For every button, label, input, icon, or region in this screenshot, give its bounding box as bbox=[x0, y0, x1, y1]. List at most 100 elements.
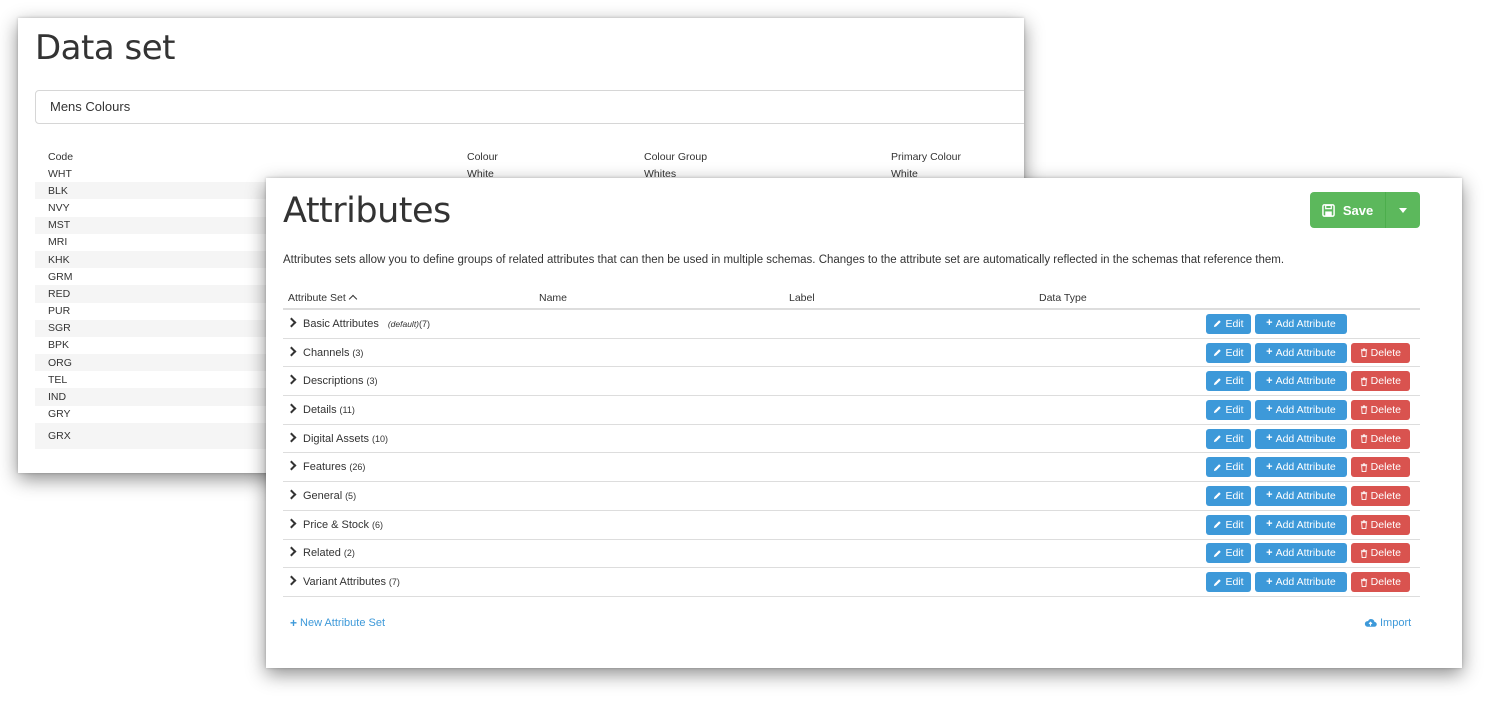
edit-button[interactable]: Edit bbox=[1206, 543, 1251, 564]
attribute-count: (7) bbox=[388, 577, 400, 588]
plus-icon: + bbox=[1266, 403, 1273, 416]
add-attribute-button[interactable]: + Add Attribute bbox=[1254, 428, 1347, 449]
chevron-right-icon[interactable] bbox=[286, 317, 297, 328]
attribute-count: (11) bbox=[339, 404, 355, 415]
trash-icon bbox=[1360, 520, 1367, 530]
edit-button[interactable]: Edit bbox=[1206, 342, 1251, 363]
add-attribute-button[interactable]: + Add Attribute bbox=[1254, 371, 1347, 392]
add-attribute-label: Add Attribute bbox=[1275, 461, 1336, 474]
attribute-set-row[interactable]: Channels (3) Edit + Add Attribute Delete bbox=[283, 338, 1420, 368]
trash-icon bbox=[1360, 463, 1367, 472]
chevron-right-icon[interactable] bbox=[286, 432, 297, 443]
attribute-set-row[interactable]: Price & Stock (6) Edit + Add Attribute Del… bbox=[283, 510, 1420, 540]
delete-label: Delete bbox=[1370, 346, 1402, 359]
row-actions: Edit + Add Attribute Delete bbox=[1206, 481, 1420, 511]
attribute-set-name: General bbox=[303, 489, 343, 502]
attribute-set-name: Details bbox=[303, 403, 337, 416]
chevron-right-icon[interactable] bbox=[286, 575, 297, 586]
edit-label: Edit bbox=[1225, 461, 1244, 474]
column-header-attribute-set[interactable]: Attribute Set bbox=[283, 288, 534, 310]
edit-button[interactable]: Edit bbox=[1206, 514, 1251, 535]
row-actions: Edit + Add Attribute Delete bbox=[1206, 338, 1420, 368]
column-header: Colour bbox=[467, 150, 498, 163]
attribute-set-row[interactable]: Details (11) Edit + Add Attribute Delete bbox=[283, 395, 1420, 425]
dataset-select[interactable]: Mens Colours bbox=[35, 90, 1024, 124]
column-header: Primary Colour bbox=[891, 150, 962, 163]
attribute-set-row[interactable]: Variant Attributes (7) Edit + Add Attribut… bbox=[283, 567, 1420, 597]
attribute-set-name: Digital Assets bbox=[303, 432, 370, 445]
attribute-set-name: Variant Attributes bbox=[303, 576, 386, 589]
edit-button[interactable]: Edit bbox=[1206, 371, 1251, 392]
attribute-set-cell: General (5) bbox=[283, 481, 534, 511]
attribute-set-name: Basic Attributes bbox=[303, 317, 379, 330]
trash-icon bbox=[1360, 491, 1367, 501]
pencil-icon bbox=[1214, 377, 1222, 385]
attribute-sets-table: Attribute Set Name Label Data Type Basic… bbox=[283, 288, 1420, 597]
pencil-icon bbox=[1214, 320, 1222, 328]
dataset-header-row: Code Colour Colour Group Primary Colour bbox=[35, 148, 1024, 165]
label-cell bbox=[784, 366, 1034, 397]
delete-label: Delete bbox=[1370, 518, 1402, 531]
chevron-right-icon[interactable] bbox=[286, 346, 297, 356]
delete-button[interactable]: Delete bbox=[1350, 457, 1410, 478]
trash-icon bbox=[1360, 348, 1367, 358]
edit-label: Edit bbox=[1225, 403, 1244, 416]
add-attribute-button[interactable]: + Add Attribute bbox=[1254, 342, 1347, 363]
chevron-right-icon[interactable] bbox=[286, 546, 297, 557]
attribute-set-row[interactable]: Features (26) Edit + Add Attribute Delete bbox=[283, 452, 1420, 483]
column-header-name: Name bbox=[534, 288, 784, 310]
attribute-set-row[interactable]: Basic Attributes (default)(7) Edit + Add At… bbox=[283, 309, 1420, 339]
chevron-right-icon[interactable] bbox=[286, 460, 297, 471]
edit-button[interactable]: Edit bbox=[1206, 399, 1251, 420]
attribute-count: (2) bbox=[343, 548, 355, 559]
add-attribute-button[interactable]: + Add Attribute bbox=[1254, 457, 1347, 478]
add-attribute-button[interactable]: + Add Attribute bbox=[1254, 313, 1347, 334]
add-attribute-label: Add Attribute bbox=[1275, 375, 1336, 388]
add-attribute-button[interactable]: + Add Attribute bbox=[1254, 514, 1347, 535]
delete-button[interactable]: Delete bbox=[1350, 399, 1410, 420]
import-link[interactable]: Import bbox=[1364, 617, 1411, 629]
name-cell bbox=[534, 395, 784, 425]
default-tag: (default) bbox=[387, 318, 420, 329]
chevron-right-icon[interactable] bbox=[286, 518, 297, 529]
save-button[interactable]: Save bbox=[1310, 192, 1386, 228]
delete-button[interactable]: Delete bbox=[1350, 543, 1410, 564]
attribute-set-row[interactable]: Related (2) Edit + Add Attribute Delete bbox=[283, 539, 1420, 569]
chevron-right-icon[interactable] bbox=[286, 374, 297, 385]
delete-button[interactable]: Delete bbox=[1350, 572, 1410, 593]
label-cell bbox=[784, 395, 1034, 425]
attribute-set-row[interactable]: General (5) Edit + Add Attribute Delete bbox=[283, 481, 1420, 511]
delete-button[interactable]: Delete bbox=[1350, 371, 1410, 392]
delete-label: Delete bbox=[1370, 461, 1402, 474]
row-actions: Edit + Add Attribute Delete bbox=[1206, 366, 1420, 397]
add-attribute-button[interactable]: + Add Attribute bbox=[1254, 572, 1347, 593]
edit-button[interactable]: Edit bbox=[1206, 485, 1251, 506]
save-dropdown-toggle[interactable] bbox=[1386, 192, 1420, 228]
add-attribute-label: Add Attribute bbox=[1275, 489, 1336, 502]
pencil-icon bbox=[1214, 550, 1222, 557]
edit-button[interactable]: Edit bbox=[1206, 313, 1251, 334]
attribute-set-name: Descriptions bbox=[303, 375, 364, 388]
attribute-set-row[interactable]: Digital Assets (10) Edit + Add Attribute D… bbox=[283, 424, 1420, 454]
add-attribute-button[interactable]: + Add Attribute bbox=[1254, 399, 1347, 420]
add-attribute-button[interactable]: + Add Attribute bbox=[1254, 485, 1347, 506]
add-attribute-button[interactable]: + Add Attribute bbox=[1254, 543, 1347, 564]
chevron-right-icon[interactable] bbox=[286, 489, 297, 500]
row-actions: Edit + Add Attribute Delete bbox=[1206, 424, 1420, 454]
edit-button[interactable]: Edit bbox=[1206, 428, 1251, 449]
plus-icon: + bbox=[1266, 460, 1273, 473]
delete-button[interactable]: Delete bbox=[1350, 428, 1410, 449]
trash-icon bbox=[1360, 434, 1367, 444]
plus-icon: + bbox=[1266, 518, 1273, 531]
label-cell bbox=[784, 481, 1034, 511]
delete-button[interactable]: Delete bbox=[1350, 485, 1410, 506]
caret-up-icon bbox=[348, 294, 358, 304]
add-attribute-label: Add Attribute bbox=[1275, 518, 1336, 531]
chevron-right-icon[interactable] bbox=[286, 403, 297, 414]
delete-button[interactable]: Delete bbox=[1350, 514, 1410, 535]
edit-button[interactable]: Edit bbox=[1206, 572, 1251, 593]
edit-button[interactable]: Edit bbox=[1206, 457, 1251, 478]
attribute-set-row[interactable]: Descriptions (3) Edit + Add Attribute Dele… bbox=[283, 366, 1420, 397]
delete-button[interactable]: Delete bbox=[1350, 342, 1410, 363]
new-attribute-set-link[interactable]: + New Attribute Set bbox=[290, 617, 385, 629]
